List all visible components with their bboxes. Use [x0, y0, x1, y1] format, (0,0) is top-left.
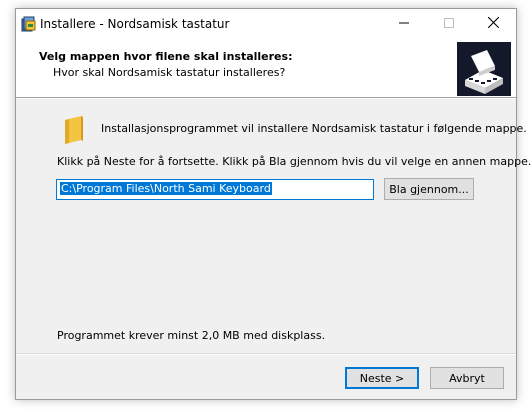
browse-button[interactable]: Bla gjennom...: [384, 178, 474, 200]
cancel-button[interactable]: Avbryt: [430, 367, 504, 389]
disk-space-text: Programmet krever minst 2,0 MB med diskp…: [57, 329, 326, 342]
header-divider-highlight: [16, 98, 516, 99]
instruction-text: Klikk på Neste for å fortsette. Klikk på…: [57, 155, 532, 168]
wizard-header: Velg mappen hvor filene skal installeres…: [16, 39, 516, 97]
maximize-button[interactable]: [426, 9, 471, 39]
maximize-icon: [443, 17, 454, 31]
close-icon: [487, 16, 500, 31]
minimize-button[interactable]: [381, 9, 426, 39]
page-subtitle: Hvor skal Nordsamisk tastatur installere…: [53, 66, 286, 79]
next-button[interactable]: Neste >: [345, 367, 419, 389]
footer-divider-highlight: [16, 354, 516, 355]
window-title: Installere - Nordsamisk tastatur: [40, 17, 230, 31]
title-bar[interactable]: Installere - Nordsamisk tastatur: [16, 9, 516, 39]
page-title: Velg mappen hvor filene skal installeres…: [39, 50, 293, 63]
install-location-text: Installasjonsprogrammet vil installere N…: [101, 122, 527, 135]
install-path-input[interactable]: C:\Program Files\North Sami Keyboard: [56, 179, 374, 200]
installer-window: Installere - Nordsamisk tastatur Velg ma…: [15, 8, 531, 400]
close-button[interactable]: [471, 9, 516, 39]
folder-icon: [63, 116, 85, 144]
keyboard-box-image: [457, 42, 511, 96]
minimize-icon: [398, 18, 409, 31]
install-path-value: C:\Program Files\North Sami Keyboard: [60, 182, 272, 195]
installer-app-icon: [21, 16, 37, 32]
